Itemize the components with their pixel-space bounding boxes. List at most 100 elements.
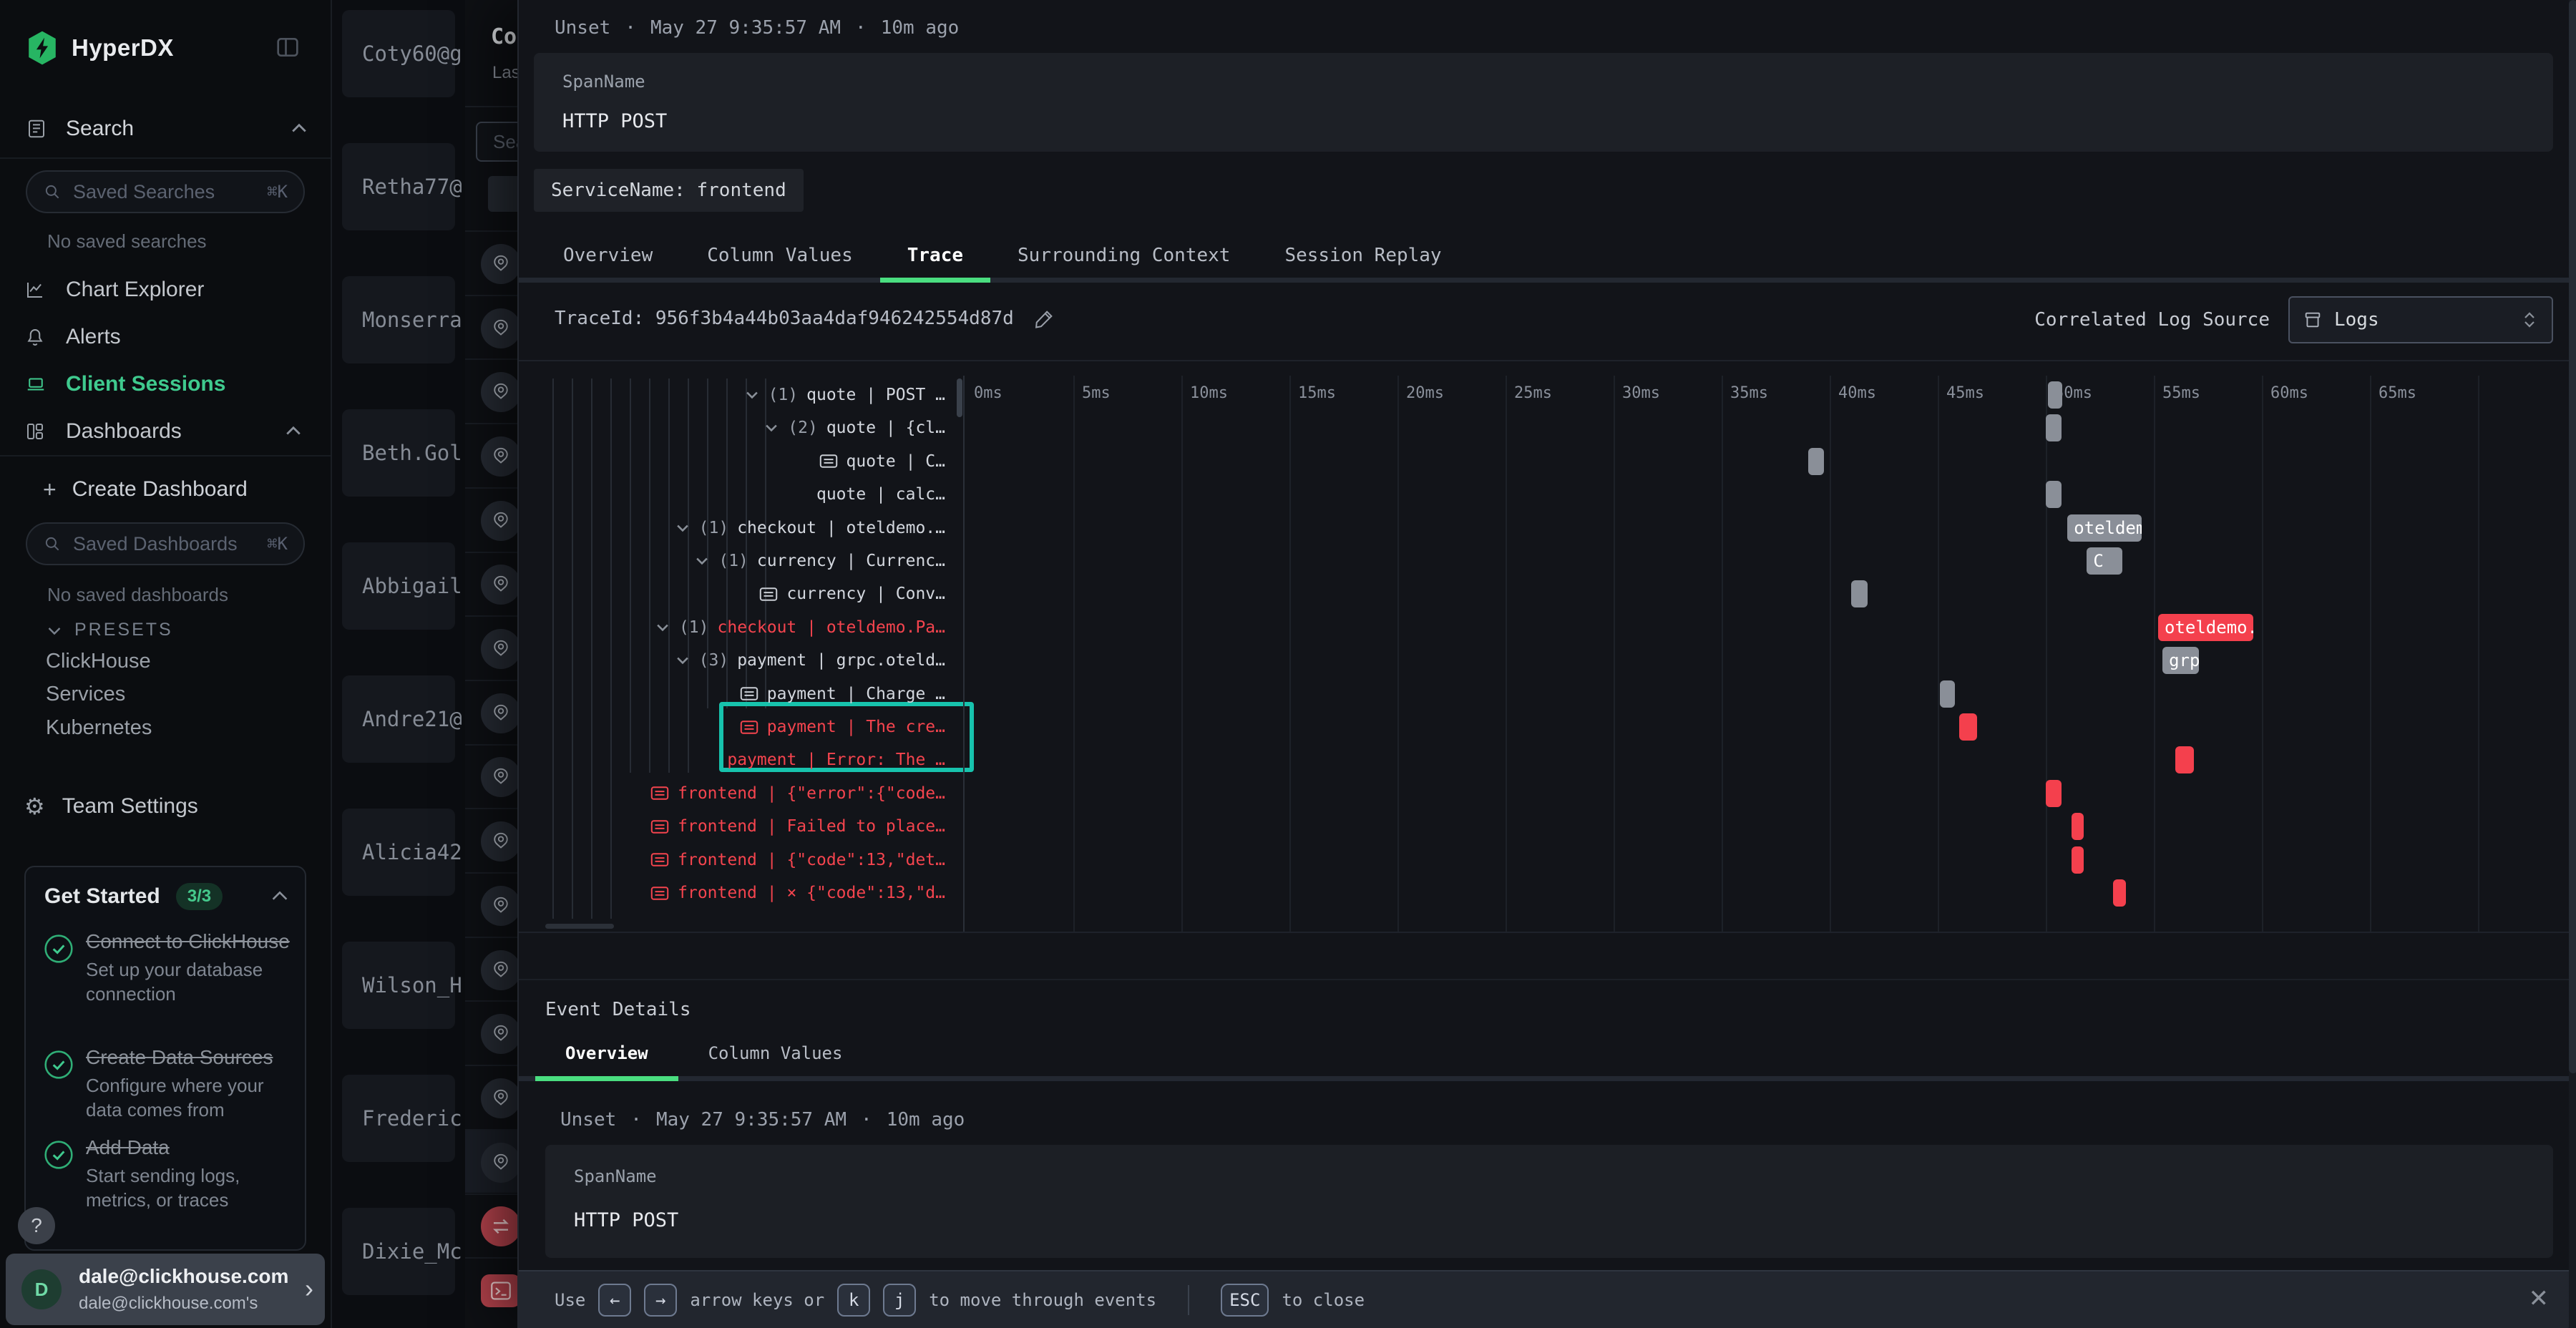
edit-pencil-icon[interactable] bbox=[1034, 308, 1055, 329]
session-event-row[interactable] bbox=[465, 487, 518, 552]
user-account-chip[interactable]: D dale@clickhouse.com dale@clickhouse.co… bbox=[6, 1254, 325, 1325]
help-button[interactable]: ? bbox=[18, 1207, 55, 1244]
span-tree-row[interactable]: (1)currency | Currenc… bbox=[519, 545, 957, 577]
span-tree-row[interactable]: quote | calc… bbox=[519, 478, 957, 511]
get-started-header[interactable]: Get Started 3/3 bbox=[44, 883, 291, 910]
session-event-row[interactable] bbox=[465, 358, 518, 423]
span-tree-row[interactable]: (1)checkout | oteldemo.Pa… bbox=[519, 611, 957, 644]
get-started-task[interactable]: Create Data SourcesConfigure where your … bbox=[43, 1045, 293, 1122]
session-event-row[interactable] bbox=[465, 230, 518, 295]
get-started-task[interactable]: Add DataStart sending logs, metrics, or … bbox=[43, 1135, 293, 1212]
sidebar-item-client-sessions[interactable]: Client Sessions bbox=[0, 362, 331, 406]
span-tree-row[interactable]: (2)quote | {cl… bbox=[519, 411, 957, 444]
chevron-down-icon[interactable] bbox=[675, 520, 691, 536]
session-event-row[interactable] bbox=[465, 744, 518, 809]
session-event-row[interactable] bbox=[465, 295, 518, 359]
session-event-row[interactable] bbox=[465, 615, 518, 680]
span-tree-row[interactable]: frontend | Failed to place… bbox=[519, 810, 957, 843]
location-pin-icon[interactable] bbox=[481, 821, 521, 861]
sidebar-item-clickhouse[interactable]: ClickHouse bbox=[46, 650, 151, 673]
sidebar-item-chart-explorer[interactable]: Chart Explorer bbox=[0, 268, 331, 312]
location-pin-icon[interactable] bbox=[481, 436, 521, 477]
arrow-left-key[interactable]: ← bbox=[598, 1284, 631, 1317]
span-tree-row[interactable]: (1)quote | POST … bbox=[519, 379, 957, 411]
span-duration-bar[interactable] bbox=[2175, 746, 2194, 773]
arrow-right-key[interactable]: → bbox=[644, 1284, 677, 1317]
location-pin-icon[interactable] bbox=[481, 1014, 521, 1054]
span-tree-row[interactable]: frontend | {"error":{"code… bbox=[519, 777, 957, 810]
location-pin-icon[interactable] bbox=[481, 1078, 521, 1118]
log-source-select[interactable]: Logs bbox=[2288, 296, 2553, 343]
close-icon[interactable]: ✕ bbox=[2529, 1284, 2550, 1313]
tab-session-replay[interactable]: Session Replay bbox=[1257, 233, 1468, 283]
saved-searches-input[interactable]: Saved Searches ⌘K bbox=[26, 170, 305, 213]
span-duration-bar[interactable]: C bbox=[2087, 547, 2122, 575]
session-card[interactable]: Wilson_H bbox=[342, 942, 455, 1029]
span-tree-row[interactable]: (3)payment | grpc.oteld… bbox=[519, 644, 957, 677]
session-card[interactable]: Retha77@ bbox=[342, 143, 455, 230]
session-event-row[interactable] bbox=[465, 937, 518, 1001]
span-duration-bar[interactable]: oteldemo. bbox=[2158, 614, 2253, 641]
span-tree-row[interactable]: payment | The cre… bbox=[519, 711, 957, 743]
session-event-row[interactable] bbox=[465, 1193, 518, 1258]
tab-ed-overview[interactable]: Overview bbox=[535, 1030, 678, 1081]
location-pin-icon[interactable] bbox=[481, 308, 521, 348]
session-card[interactable]: Beth.Gol bbox=[342, 409, 455, 497]
sidebar-item-team-settings[interactable]: ⚙ Team Settings bbox=[24, 787, 331, 826]
chevron-down-icon[interactable] bbox=[675, 653, 691, 668]
span-duration-bar[interactable] bbox=[2046, 414, 2062, 441]
span-duration-bar[interactable] bbox=[1959, 713, 1977, 741]
span-tree-row[interactable]: frontend | {"code":13,"det… bbox=[519, 844, 957, 877]
span-duration-bar[interactable] bbox=[2046, 481, 2062, 508]
span-duration-bar[interactable] bbox=[1940, 680, 1955, 708]
session-card[interactable]: Frederic bbox=[342, 1075, 455, 1162]
presets-header[interactable]: PRESETS bbox=[46, 620, 173, 640]
location-pin-icon[interactable] bbox=[481, 629, 521, 669]
location-pin-icon[interactable] bbox=[481, 1143, 521, 1183]
overlay-scrollbar-track[interactable] bbox=[2569, 0, 2576, 1328]
session-event-row[interactable] bbox=[465, 680, 518, 744]
span-tree-row[interactable]: quote | C… bbox=[519, 445, 957, 478]
span-duration-bar[interactable] bbox=[1851, 580, 1868, 607]
session-card[interactable]: Andre21@ bbox=[342, 675, 455, 763]
span-duration-bar[interactable] bbox=[2048, 381, 2062, 409]
tab-ed-column-values[interactable]: Column Values bbox=[678, 1030, 873, 1081]
sidebar-item-services[interactable]: Services bbox=[46, 683, 125, 706]
session-event-row[interactable] bbox=[465, 1257, 518, 1322]
span-duration-bar[interactable] bbox=[2113, 879, 2126, 907]
session-card[interactable]: Coty60@g bbox=[342, 10, 455, 97]
location-pin-icon[interactable] bbox=[481, 757, 521, 797]
location-pin-icon[interactable] bbox=[481, 244, 521, 284]
chevron-down-icon[interactable] bbox=[744, 387, 760, 403]
span-tree-row[interactable]: frontend | × {"code":13,"d… bbox=[519, 877, 957, 909]
tab-overview[interactable]: Overview bbox=[536, 233, 680, 283]
k-key[interactable]: k bbox=[837, 1284, 870, 1317]
tab-column-values[interactable]: Column Values bbox=[680, 233, 880, 283]
collapse-sidebar-icon[interactable] bbox=[273, 33, 302, 62]
span-duration-bar[interactable] bbox=[1808, 448, 1824, 475]
sidebar-item-dashboards[interactable]: Dashboards bbox=[0, 409, 331, 454]
tab-trace[interactable]: Trace bbox=[880, 233, 990, 283]
session-card[interactable]: Monserra bbox=[342, 276, 455, 363]
horizontal-scrollbar[interactable] bbox=[545, 924, 614, 929]
tab-surrounding-context[interactable]: Surrounding Context bbox=[990, 233, 1257, 283]
location-pin-icon[interactable] bbox=[481, 950, 521, 990]
chevron-down-icon[interactable] bbox=[763, 420, 779, 436]
session-event-row[interactable] bbox=[465, 1065, 518, 1129]
span-duration-bar[interactable] bbox=[2046, 780, 2062, 807]
session-card[interactable]: Abbigail bbox=[342, 542, 455, 630]
span-tree-row[interactable]: payment | Error: The … bbox=[519, 743, 957, 776]
sidebar-item-kubernetes[interactable]: Kubernetes bbox=[46, 716, 152, 740]
saved-dashboards-input[interactable]: Saved Dashboards ⌘K bbox=[26, 522, 305, 565]
span-tree-row[interactable]: currency | Conv… bbox=[519, 577, 957, 610]
chevron-up-icon[interactable] bbox=[289, 119, 309, 139]
vertical-scrollbar[interactable] bbox=[957, 379, 962, 417]
sidebar-item-search[interactable]: Search bbox=[26, 114, 309, 143]
terminal-icon[interactable] bbox=[481, 1274, 521, 1307]
chevron-down-icon[interactable] bbox=[655, 620, 670, 635]
span-duration-bar[interactable] bbox=[2072, 846, 2084, 874]
overlay-scrollbar-thumb[interactable] bbox=[2569, 0, 2576, 1073]
get-started-task[interactable]: Connect to ClickHouseSet up your databas… bbox=[43, 929, 293, 1006]
session-card[interactable]: Dixie_Mc bbox=[342, 1208, 455, 1295]
span-tree-row[interactable]: payment | Charge … bbox=[519, 678, 957, 711]
